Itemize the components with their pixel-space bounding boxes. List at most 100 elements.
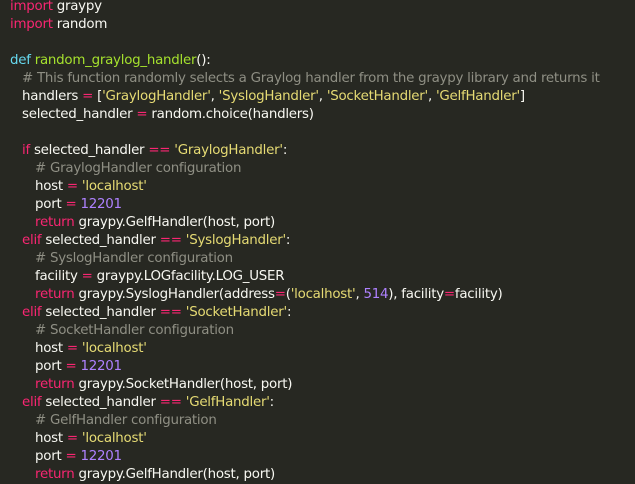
string-token: 'SocketHandler' (185, 305, 287, 320)
comment-token: # SocketHandler configuration (35, 323, 234, 338)
code-token: : (269, 395, 275, 410)
operator-token: = (65, 449, 77, 464)
code-line: facility = graypy.LOGfacility.LOG_USER (35, 268, 285, 286)
code-token: random.choice(handlers) (147, 107, 314, 122)
def-keyword-token: def (10, 53, 31, 68)
string-token: 'SocketHandler' (326, 89, 428, 104)
code-token: facility) (454, 287, 503, 302)
code-line: # SocketHandler configuration (35, 322, 234, 340)
keyword-token: return (35, 215, 75, 230)
code-token: [ (93, 89, 103, 104)
code-editor[interactable]: import graypy import random def random_g… (0, 0, 635, 482)
number-token: 12201 (80, 449, 122, 464)
keyword-token: elif (22, 395, 42, 410)
operator-token: = (66, 179, 78, 194)
string-token: 'localhost' (290, 287, 356, 302)
keyword-token: import (10, 0, 53, 14)
operator-token: = (66, 431, 78, 446)
number-token: 12201 (80, 197, 122, 212)
string-token: 'SyslogHandler' (218, 89, 319, 104)
code-token: graypy (52, 0, 102, 14)
code-line: if selected_handler == 'GraylogHandler': (22, 142, 287, 160)
code-token: ] (519, 89, 525, 104)
operator-token: = (65, 359, 77, 374)
code-line: return graypy.GelfHandler(host, port) (35, 214, 275, 232)
code-token: port (35, 197, 66, 212)
code-token: : (282, 143, 288, 158)
operator-token: = (136, 107, 148, 122)
code-token: handlers (22, 89, 83, 104)
operator-token: == (159, 395, 182, 410)
code-token: host (35, 431, 67, 446)
code-token: facility (35, 269, 82, 284)
code-line: # GraylogHandler configuration (35, 160, 241, 178)
comment-token: # SyslogHandler configuration (35, 251, 233, 266)
code-line: port = 12201 (35, 448, 122, 466)
operator-token: = (65, 197, 77, 212)
keyword-token: elif (22, 233, 42, 248)
code-token: selected_handler (29, 143, 149, 158)
code-line: host = 'localhost' (35, 178, 147, 196)
code-token: selected_handler (41, 305, 160, 320)
code-line: return graypy.GelfHandler(host, port) (35, 466, 275, 484)
code-line: host = 'localhost' (35, 340, 147, 358)
code-line: elif selected_handler == 'SyslogHandler'… (22, 232, 290, 250)
operator-token: == (159, 305, 182, 320)
keyword-token: return (35, 377, 75, 392)
code-token: graypy.SocketHandler(host, port) (74, 377, 293, 392)
function-name-token: random_graylog_handler (34, 53, 197, 68)
code-line: port = 12201 (35, 196, 122, 214)
code-line: import random (10, 16, 107, 34)
code-token: selected_handler (22, 107, 137, 122)
string-token: 'GraylogHandler' (102, 89, 211, 104)
code-token: graypy.LOGfacility.LOG_USER (92, 269, 285, 284)
string-token: 'localhost' (81, 431, 147, 446)
code-token: port (35, 359, 66, 374)
comment-token: # This function randomly selects a Grayl… (22, 71, 600, 86)
operator-token: = (81, 269, 93, 284)
string-token: 'localhost' (81, 341, 147, 356)
code-line: import graypy (10, 0, 102, 16)
code-token: (): (196, 53, 211, 68)
number-token: 514 (363, 287, 389, 302)
code-token: graypy.SyslogHandler(address (74, 287, 275, 302)
code-token: : (285, 233, 291, 248)
code-token: host (35, 179, 67, 194)
code-token: graypy.GelfHandler(host, port) (74, 215, 275, 230)
code-line: elif selected_handler == 'GelfHandler': (22, 394, 274, 412)
number-token: 12201 (80, 359, 122, 374)
code-line: return graypy.SyslogHandler(address=('lo… (35, 286, 503, 304)
code-line: # SyslogHandler configuration (35, 250, 233, 268)
operator-token: = (274, 287, 286, 302)
string-token: 'localhost' (81, 179, 147, 194)
code-line: handlers = ['GraylogHandler', 'SyslogHan… (22, 88, 525, 106)
string-token: 'SyslogHandler' (185, 233, 286, 248)
operator-token: = (443, 287, 455, 302)
code-token: selected_handler (41, 233, 160, 248)
code-token: , (318, 89, 327, 104)
keyword-token: return (35, 287, 75, 302)
code-line: return graypy.SocketHandler(host, port) (35, 376, 292, 394)
code-token: selected_handler (41, 395, 160, 410)
code-token: , (210, 89, 219, 104)
code-line: elif selected_handler == 'SocketHandler'… (22, 304, 291, 322)
code-line: def random_graylog_handler(): (10, 52, 211, 70)
string-token: 'GraylogHandler' (174, 143, 283, 158)
code-line: host = 'localhost' (35, 430, 147, 448)
code-line: selected_handler = random.choice(handler… (22, 106, 314, 124)
comment-token: # GelfHandler configuration (35, 413, 217, 428)
keyword-token: if (22, 143, 30, 158)
code-token: host (35, 341, 67, 356)
code-line: # This function randomly selects a Grayl… (22, 70, 600, 88)
code-token: random (52, 17, 108, 32)
keyword-token: return (35, 467, 75, 482)
code-token: port (35, 449, 66, 464)
code-line: # GelfHandler configuration (35, 412, 217, 430)
code-token: : (286, 305, 292, 320)
code-token: , (427, 89, 436, 104)
code-line: port = 12201 (35, 358, 122, 376)
operator-token: = (66, 341, 78, 356)
code-token: ), facility (388, 287, 444, 302)
keyword-token: import (10, 17, 53, 32)
keyword-token: elif (22, 305, 42, 320)
